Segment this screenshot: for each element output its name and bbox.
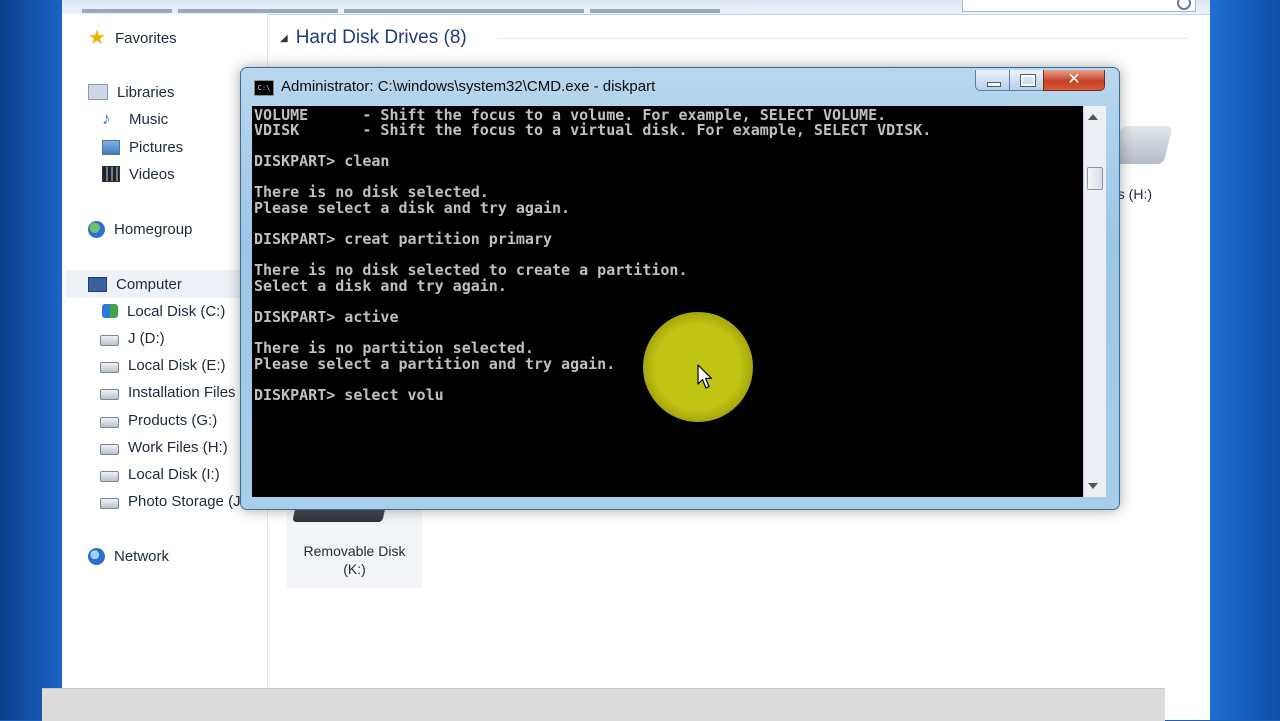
nav-drive-f[interactable]: Installation Files <box>100 381 236 403</box>
console-line: DISKPART> active <box>254 308 399 326</box>
nav-homegroup[interactable]: Homegroup <box>88 218 192 240</box>
nav-label: Libraries <box>117 83 175 101</box>
maximize-button[interactable] <box>1009 70 1045 91</box>
breadcrumb[interactable] <box>82 0 802 13</box>
console-output[interactable]: VOLUME - Shift the focus to a volume. Fo… <box>252 106 1083 497</box>
cmd-titlebar[interactable]: C:\ Administrator: C:\windows\system32\C… <box>241 68 1119 106</box>
nav-label: Music <box>129 110 169 128</box>
close-icon: ✕ <box>1067 71 1081 88</box>
console-line: Select a disk and try again. <box>254 277 507 295</box>
minimize-icon <box>987 82 1001 87</box>
nav-label: Work Files (H:) <box>128 438 228 456</box>
nav-videos[interactable]: Videos <box>102 163 175 185</box>
nav-label: Installation Files <box>128 383 236 401</box>
nav-drive-c[interactable]: Local Disk (C:) <box>102 300 225 322</box>
bottom-overlay-bar <box>42 688 1165 721</box>
removable-disk-tile[interactable]: Removable Disk (K:) <box>287 496 422 588</box>
scrollbar-thumb[interactable] <box>1087 167 1103 190</box>
minimize-button[interactable] <box>975 70 1011 91</box>
drive-icon <box>100 471 119 482</box>
console-line: Please select a partition and try again. <box>254 355 616 373</box>
videos-icon <box>102 166 120 182</box>
close-button[interactable]: ✕ <box>1043 70 1105 91</box>
mouse-pointer-icon <box>697 364 713 389</box>
nav-label: Local Disk (E:) <box>128 356 226 374</box>
drive-icon <box>100 362 119 373</box>
drive-icon <box>100 444 119 455</box>
computer-icon <box>88 276 107 292</box>
library-icon <box>88 84 108 100</box>
nav-label: Homegroup <box>114 220 193 238</box>
nav-drive-e[interactable]: Local Disk (E:) <box>100 354 226 376</box>
console-input-line[interactable]: DISKPART> select volu <box>254 387 444 403</box>
nav-pictures[interactable]: Pictures <box>102 136 183 158</box>
nav-label: J (D:) <box>128 329 165 347</box>
drive-icon <box>100 498 119 509</box>
music-icon: ♪ <box>102 109 111 128</box>
maximize-icon <box>1020 74 1036 87</box>
cmd-icon[interactable]: C:\ <box>254 80 274 96</box>
window-title: Administrator: C:\windows\system32\CMD.e… <box>281 78 656 95</box>
pictures-icon <box>102 139 120 155</box>
nav-favorites[interactable]: ★ Favorites <box>88 27 177 49</box>
homegroup-icon <box>88 220 105 238</box>
console-line: There is no disk selected to create a pa… <box>254 261 688 279</box>
nav-label: Favorites <box>115 29 177 47</box>
console-line: DISKPART> creat partition primary <box>254 230 553 248</box>
removable-disk-letter: (K:) <box>343 561 366 577</box>
nav-label: Computer <box>116 275 182 293</box>
removable-disk-label: Removable Disk (K:) <box>287 542 422 578</box>
star-icon: ★ <box>88 27 106 49</box>
drive-icon <box>100 417 119 428</box>
scroll-down-arrow-icon[interactable] <box>1088 483 1098 489</box>
nav-label: Pictures <box>129 138 184 156</box>
windows-drive-icon <box>102 304 118 318</box>
search-input[interactable] <box>962 0 1196 12</box>
group-header-label: Hard Disk Drives (8) <box>295 27 467 48</box>
vertical-scrollbar[interactable] <box>1083 106 1106 497</box>
nav-label: Products (G:) <box>128 411 218 429</box>
nav-label: Network <box>114 547 170 565</box>
nav-label: Local Disk (C:) <box>127 302 226 320</box>
drive-icon <box>100 335 119 346</box>
nav-label: Photo Storage (J <box>128 492 241 510</box>
search-icon <box>1177 0 1191 10</box>
console-line: VDISK - Shift the focus to a virtual dis… <box>254 121 932 139</box>
drive-icon[interactable] <box>1111 126 1173 164</box>
network-icon <box>88 547 105 565</box>
nav-drive-j[interactable]: Photo Storage (J <box>100 490 241 512</box>
nav-computer[interactable]: Computer <box>88 273 182 295</box>
nav-drive-d[interactable]: J (D:) <box>100 327 165 349</box>
console-line: Please select a disk and try again. <box>254 199 571 217</box>
desktop-background-right <box>1210 0 1280 720</box>
nav-drive-i[interactable]: Local Disk (I:) <box>100 463 220 485</box>
nav-label: Videos <box>129 165 175 183</box>
removable-disk-name: Removable Disk <box>303 543 406 559</box>
nav-label: Local Disk (I:) <box>128 465 220 483</box>
console-line: DISKPART> clean <box>254 152 390 170</box>
nav-music[interactable]: ♪ Music <box>102 108 168 130</box>
console-line: There is no partition selected. <box>254 339 534 357</box>
group-divider <box>498 38 1188 39</box>
group-header-hard-disk-drives[interactable]: ◢ Hard Disk Drives (8) <box>280 26 467 50</box>
drive-icon <box>100 389 119 400</box>
nav-drive-h[interactable]: Work Files (H:) <box>100 436 228 458</box>
nav-drive-g[interactable]: Products (G:) <box>100 409 217 431</box>
navigation-pane: ★ Favorites Libraries ♪ Music Pictures V… <box>62 14 268 720</box>
nav-libraries[interactable]: Libraries <box>88 81 175 103</box>
command-prompt-window[interactable]: C:\ Administrator: C:\windows\system32\C… <box>240 67 1120 510</box>
collapse-triangle-icon[interactable]: ◢ <box>280 33 288 44</box>
nav-network[interactable]: Network <box>88 545 169 567</box>
console-line: There is no disk selected. <box>254 183 489 201</box>
address-bar[interactable] <box>62 0 1210 15</box>
scroll-up-arrow-icon[interactable] <box>1088 114 1098 120</box>
desktop-background-left <box>0 0 62 720</box>
